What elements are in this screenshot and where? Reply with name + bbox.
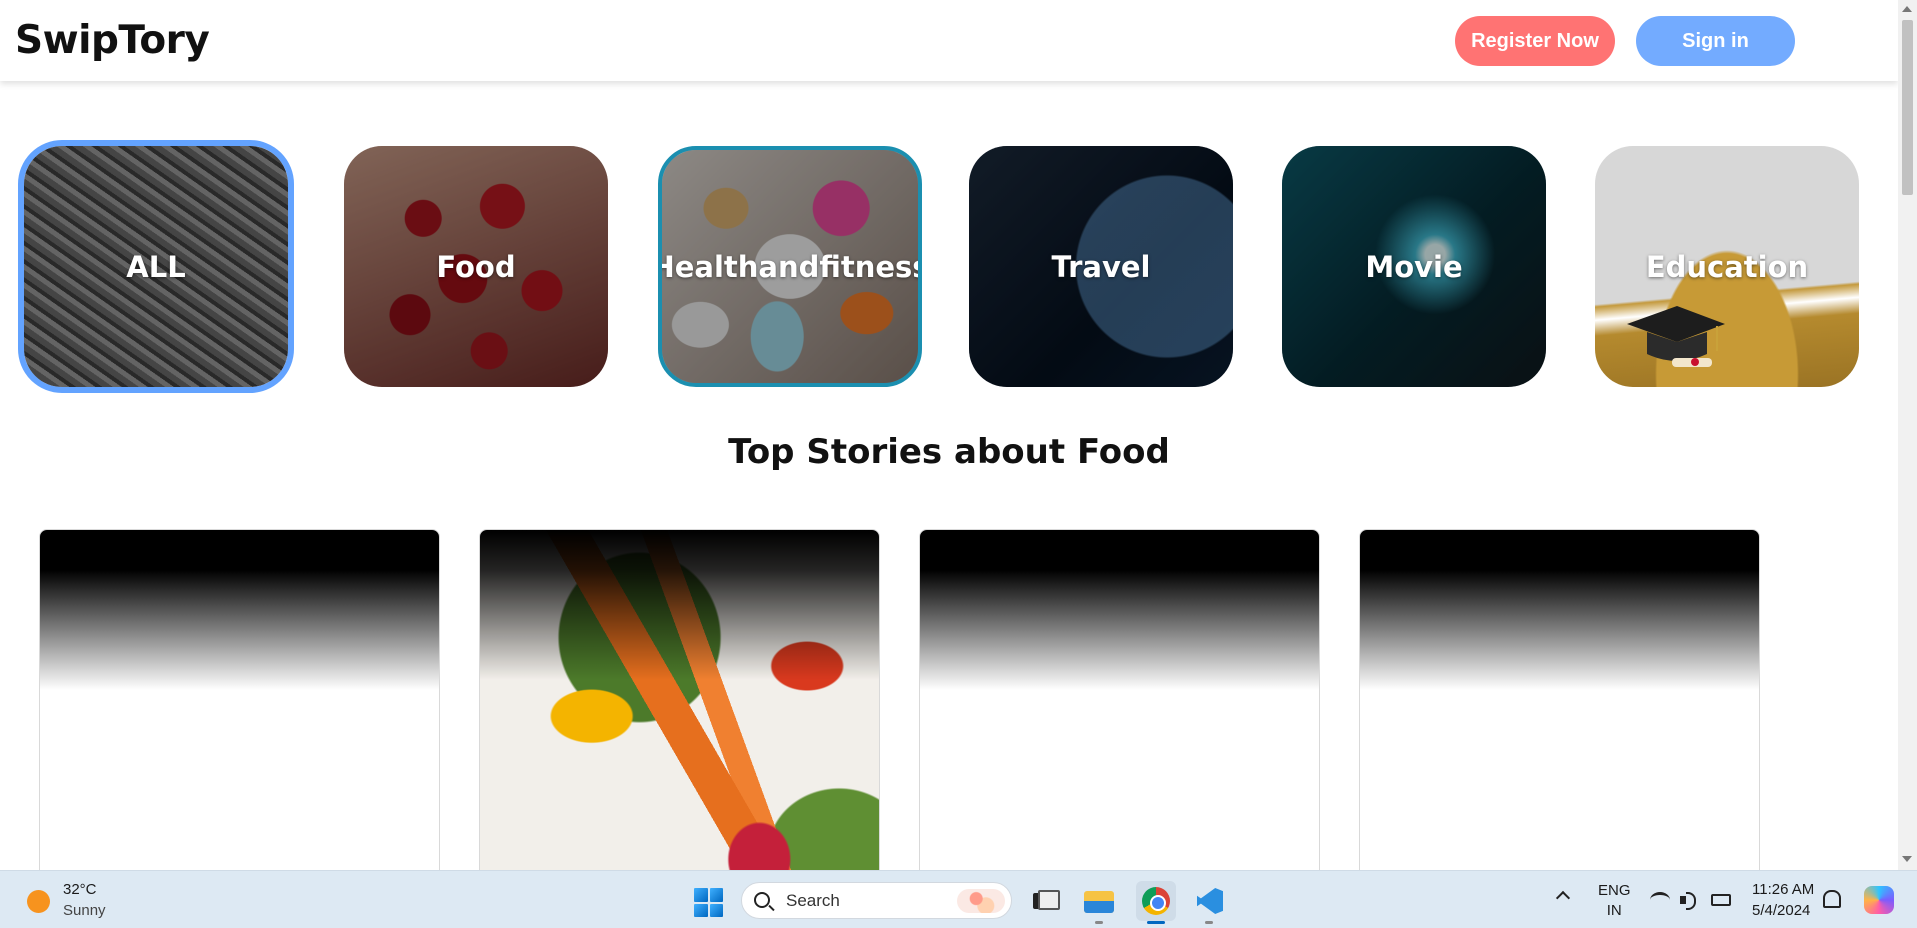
category-healthandfitness[interactable]: Healthandfitness [658, 146, 922, 387]
chevron-up-icon[interactable] [1555, 890, 1571, 906]
weather-temperature[interactable]: 32°C [63, 881, 97, 898]
category-travel[interactable]: Travel [969, 146, 1233, 387]
page-scrollbar[interactable] [1898, 0, 1917, 870]
wifi-icon[interactable] [1650, 892, 1670, 908]
search-highlight-icon [957, 889, 1005, 913]
category-label: Healthandfitness [658, 249, 922, 284]
language-code: ENG [1598, 882, 1631, 899]
windows-taskbar: 32°C Sunny Search ENG IN 11:26 AM 5/4/20… [0, 870, 1917, 928]
search-label: Search [786, 891, 840, 910]
volume-icon[interactable] [1680, 892, 1700, 910]
category-label: Movie [1365, 249, 1463, 284]
category-food[interactable]: Food [344, 146, 608, 387]
scroll-thumb[interactable] [1902, 20, 1913, 195]
section-heading: Top Stories about Food [728, 432, 1170, 472]
notification-bell-icon[interactable] [1823, 890, 1841, 908]
search-icon [754, 892, 770, 908]
story-card[interactable] [479, 529, 880, 870]
story-card[interactable] [1359, 529, 1760, 870]
running-indicator [1095, 921, 1103, 924]
category-label: ALL [126, 249, 186, 284]
category-movie[interactable]: Movie [1282, 146, 1546, 387]
file-explorer-icon[interactable] [1081, 883, 1117, 919]
sun-icon[interactable] [27, 890, 50, 913]
scroll-up-arrow-icon[interactable] [1902, 6, 1912, 12]
chrome-icon[interactable] [1136, 881, 1176, 921]
app-logo[interactable]: SwipTory [15, 18, 210, 63]
copilot-icon[interactable] [1864, 886, 1894, 914]
category-label: Food [436, 249, 516, 284]
clock-time[interactable]: 11:26 AM [1752, 881, 1814, 898]
taskbar-search[interactable]: Search [741, 882, 1012, 919]
category-label: Education [1645, 249, 1809, 284]
story-card[interactable] [39, 529, 440, 870]
graduation-cap-icon [1627, 306, 1725, 367]
scroll-down-arrow-icon[interactable] [1902, 856, 1912, 862]
windows-start-icon[interactable] [694, 888, 723, 917]
signin-button[interactable]: Sign in [1636, 16, 1795, 66]
category-label: Travel [1051, 249, 1151, 284]
vscode-icon[interactable] [1191, 883, 1227, 919]
story-card[interactable] [919, 529, 1320, 870]
category-education[interactable]: Education [1595, 146, 1859, 387]
register-button[interactable]: Register Now [1455, 16, 1615, 66]
browser-viewport: SwipTory Register Now Sign in ALL Food H… [0, 0, 1917, 870]
language-region: IN [1606, 902, 1622, 919]
task-view-icon[interactable] [1026, 883, 1062, 919]
battery-icon[interactable] [1711, 894, 1731, 906]
category-all[interactable]: ALL [18, 140, 294, 393]
navbar: SwipTory Register Now Sign in [0, 0, 1898, 81]
weather-condition[interactable]: Sunny [63, 902, 106, 919]
clock-date[interactable]: 5/4/2024 [1752, 902, 1810, 919]
language-indicator[interactable]: ENG IN [1598, 881, 1631, 921]
running-indicator [1205, 921, 1213, 924]
active-indicator [1147, 921, 1165, 924]
